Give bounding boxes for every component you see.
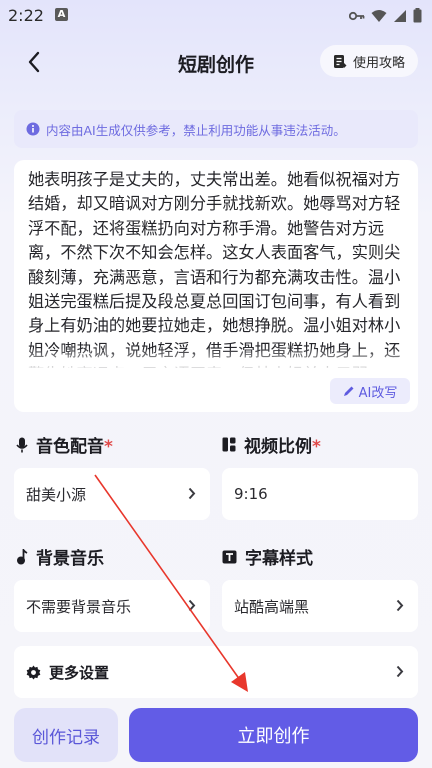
notice-text: 内容由AI生成仅供参考，禁止利用功能从事违法活动。 bbox=[46, 122, 346, 138]
ratio-select[interactable]: 9:16 bbox=[222, 468, 418, 520]
subtitle-label: 字幕样式 bbox=[245, 549, 313, 569]
script-text[interactable]: 她表明孩子是丈夫的，丈夫常出差。她看似祝福对方结婚，却又暗讽对方刚分手就找新欢。… bbox=[28, 168, 406, 368]
gear-icon bbox=[26, 664, 41, 680]
disclaimer-notice: 内容由AI生成仅供参考，禁止利用功能从事违法活动。 bbox=[14, 110, 418, 148]
voice-label: 音色配音 bbox=[36, 437, 104, 457]
app-notification-icon: A bbox=[55, 8, 68, 21]
status-time: 2:22 bbox=[8, 6, 44, 25]
ai-rewrite-button[interactable]: AI改写 bbox=[330, 378, 410, 404]
more-settings-label: 更多设置 bbox=[49, 663, 110, 682]
subtitle-select[interactable]: 站酷高端黑 bbox=[222, 580, 418, 632]
create-now-button[interactable]: 立即创作 bbox=[129, 708, 418, 762]
info-icon bbox=[26, 122, 40, 136]
music-value: 不需要背景音乐 bbox=[26, 597, 132, 616]
key-icon bbox=[349, 11, 365, 20]
microphone-icon bbox=[16, 437, 28, 452]
subtitle-value: 站酷高端黑 bbox=[234, 597, 310, 616]
voice-value: 甜美小源 bbox=[26, 485, 87, 504]
status-bar: 2:22 A bbox=[0, 0, 432, 30]
ratio-label: 视频比例 bbox=[244, 437, 312, 457]
ai-rewrite-label: AI改写 bbox=[358, 385, 398, 401]
guide-label: 使用攻略 bbox=[352, 55, 405, 71]
ratio-section-label: 视频比例* bbox=[222, 432, 321, 457]
music-select[interactable]: 不需要背景音乐 bbox=[14, 580, 210, 632]
ratio-icon bbox=[222, 437, 236, 452]
more-settings-row[interactable]: 更多设置 bbox=[14, 646, 418, 698]
status-icons bbox=[349, 8, 422, 23]
script-card[interactable]: 她表明孩子是丈夫的，丈夫常出差。她看似祝福对方结婚，却又暗讽对方刚分手就找新欢。… bbox=[14, 160, 418, 412]
guide-button[interactable]: 使用攻略 bbox=[320, 45, 418, 77]
music-note-icon bbox=[17, 548, 28, 564]
ratio-value: 9:16 bbox=[234, 485, 268, 503]
script-fade bbox=[14, 348, 418, 370]
battery-icon bbox=[413, 8, 422, 23]
voice-section-label: 音色配音* bbox=[16, 432, 113, 457]
pen-icon bbox=[343, 386, 354, 396]
guide-book-icon bbox=[333, 54, 347, 68]
voice-select[interactable]: 甜美小源 bbox=[14, 468, 210, 520]
voice-required-mark: * bbox=[104, 437, 113, 457]
creation-history-button[interactable]: 创作记录 bbox=[14, 708, 118, 762]
music-section-label: 背景音乐 bbox=[16, 544, 104, 569]
subtitle-style-icon bbox=[222, 550, 237, 563]
signal-icon bbox=[394, 9, 406, 22]
wifi-icon bbox=[371, 9, 387, 22]
subtitle-section-label: 字幕样式 bbox=[222, 544, 313, 569]
ratio-required-mark: * bbox=[312, 437, 321, 457]
chevron-right-icon bbox=[396, 665, 404, 678]
music-label: 背景音乐 bbox=[36, 549, 104, 569]
chevron-right-icon bbox=[188, 487, 196, 500]
chevron-right-icon bbox=[188, 599, 196, 612]
chevron-right-icon bbox=[396, 599, 404, 612]
